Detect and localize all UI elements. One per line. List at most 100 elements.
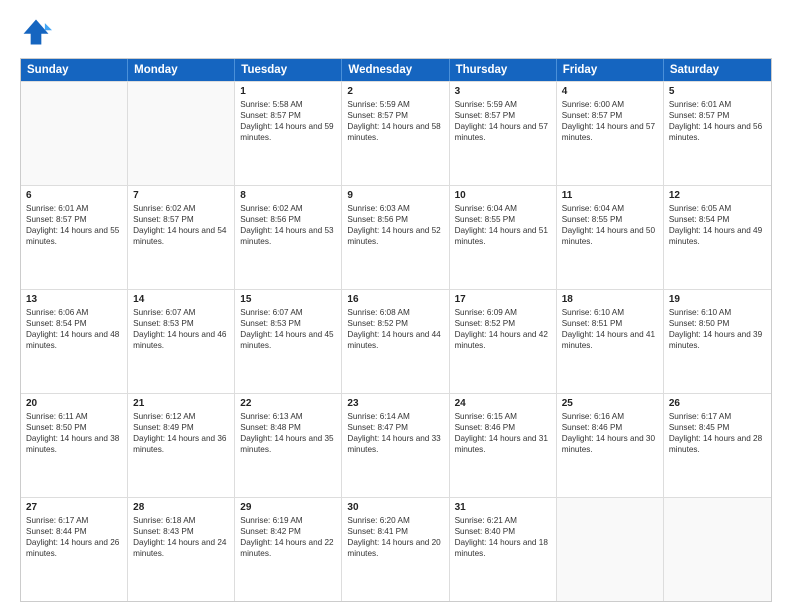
day-number: 28 bbox=[133, 502, 229, 513]
daylight-line: Daylight: 14 hours and 46 minutes. bbox=[133, 329, 229, 351]
daylight-line: Daylight: 14 hours and 42 minutes. bbox=[455, 329, 551, 351]
daylight-line: Daylight: 14 hours and 36 minutes. bbox=[133, 433, 229, 455]
sunrise-line: Sunrise: 6:12 AM bbox=[133, 411, 229, 422]
cal-header-sunday: Sunday bbox=[21, 59, 128, 81]
sunset-line: Sunset: 8:46 PM bbox=[562, 422, 658, 433]
cal-row-1: 6Sunrise: 6:01 AMSunset: 8:57 PMDaylight… bbox=[21, 185, 771, 289]
sunset-line: Sunset: 8:56 PM bbox=[240, 214, 336, 225]
day-number: 11 bbox=[562, 190, 658, 201]
day-number: 2 bbox=[347, 86, 443, 97]
sunrise-line: Sunrise: 6:19 AM bbox=[240, 515, 336, 526]
sunrise-line: Sunrise: 6:04 AM bbox=[562, 203, 658, 214]
day-number: 6 bbox=[26, 190, 122, 201]
cal-cell-day-29: 29Sunrise: 6:19 AMSunset: 8:42 PMDayligh… bbox=[235, 498, 342, 601]
cal-header-saturday: Saturday bbox=[664, 59, 771, 81]
day-number: 8 bbox=[240, 190, 336, 201]
cal-header-friday: Friday bbox=[557, 59, 664, 81]
day-number: 1 bbox=[240, 86, 336, 97]
daylight-line: Daylight: 14 hours and 54 minutes. bbox=[133, 225, 229, 247]
sunrise-line: Sunrise: 6:07 AM bbox=[133, 307, 229, 318]
sunset-line: Sunset: 8:44 PM bbox=[26, 526, 122, 537]
daylight-line: Daylight: 14 hours and 38 minutes. bbox=[26, 433, 122, 455]
day-number: 7 bbox=[133, 190, 229, 201]
cal-header-monday: Monday bbox=[128, 59, 235, 81]
cal-cell-day-3: 3Sunrise: 5:59 AMSunset: 8:57 PMDaylight… bbox=[450, 82, 557, 185]
cal-cell-day-17: 17Sunrise: 6:09 AMSunset: 8:52 PMDayligh… bbox=[450, 290, 557, 393]
calendar-header: SundayMondayTuesdayWednesdayThursdayFrid… bbox=[21, 59, 771, 81]
cal-cell-day-6: 6Sunrise: 6:01 AMSunset: 8:57 PMDaylight… bbox=[21, 186, 128, 289]
day-number: 26 bbox=[669, 398, 766, 409]
sunset-line: Sunset: 8:54 PM bbox=[669, 214, 766, 225]
sunset-line: Sunset: 8:52 PM bbox=[347, 318, 443, 329]
cal-cell-day-18: 18 Sunrise: 6:10 AMSunset: 8:51 PMDayligh… bbox=[557, 290, 664, 393]
day-number: 9 bbox=[347, 190, 443, 201]
daylight-line: Daylight: 14 hours and 49 minutes. bbox=[669, 225, 766, 247]
day-number: 18 bbox=[562, 294, 658, 305]
sunrise-line: Sunrise: 5:59 AM bbox=[347, 99, 443, 110]
sunset-line: Sunset: 8:43 PM bbox=[133, 526, 229, 537]
daylight-line: Daylight: 14 hours and 39 minutes. bbox=[669, 329, 766, 351]
sunrise-line: Sunrise: 6:01 AM bbox=[669, 99, 766, 110]
day-number: 15 bbox=[240, 294, 336, 305]
sunrise-line: Sunrise: 6:01 AM bbox=[26, 203, 122, 214]
sunrise-line: Sunrise: 6:02 AM bbox=[133, 203, 229, 214]
cal-cell-empty bbox=[557, 498, 664, 601]
cal-cell-day-21: 21Sunrise: 6:12 AMSunset: 8:49 PMDayligh… bbox=[128, 394, 235, 497]
cal-cell-day-1: 1Sunrise: 5:58 AMSunset: 8:57 PMDaylight… bbox=[235, 82, 342, 185]
sunset-line: Sunset: 8:41 PM bbox=[347, 526, 443, 537]
day-number: 24 bbox=[455, 398, 551, 409]
sunset-line: Sunset: 8:57 PM bbox=[455, 110, 551, 121]
cal-cell-day-19: 19Sunrise: 6:10 AMSunset: 8:50 PMDayligh… bbox=[664, 290, 771, 393]
cal-cell-day-31: 31Sunrise: 6:21 AMSunset: 8:40 PMDayligh… bbox=[450, 498, 557, 601]
cal-cell-day-27: 27Sunrise: 6:17 AMSunset: 8:44 PMDayligh… bbox=[21, 498, 128, 601]
cal-row-3: 20Sunrise: 6:11 AMSunset: 8:50 PMDayligh… bbox=[21, 393, 771, 497]
sunrise-line: Sunrise: 6:00 AM bbox=[562, 99, 658, 110]
cal-cell-day-24: 24Sunrise: 6:15 AMSunset: 8:46 PMDayligh… bbox=[450, 394, 557, 497]
sunrise-line: Sunrise: 6:20 AM bbox=[347, 515, 443, 526]
sunset-line: Sunset: 8:53 PM bbox=[133, 318, 229, 329]
sunrise-line: Sunrise: 6:15 AM bbox=[455, 411, 551, 422]
sunrise-line: Sunrise: 5:59 AM bbox=[455, 99, 551, 110]
calendar: SundayMondayTuesdayWednesdayThursdayFrid… bbox=[20, 58, 772, 602]
sunset-line: Sunset: 8:50 PM bbox=[669, 318, 766, 329]
calendar-body: 1Sunrise: 5:58 AMSunset: 8:57 PMDaylight… bbox=[21, 81, 771, 601]
sunrise-line: Sunrise: 6:21 AM bbox=[455, 515, 551, 526]
cal-cell-day-22: 22Sunrise: 6:13 AMSunset: 8:48 PMDayligh… bbox=[235, 394, 342, 497]
day-number: 12 bbox=[669, 190, 766, 201]
sunset-line: Sunset: 8:42 PM bbox=[240, 526, 336, 537]
cal-header-wednesday: Wednesday bbox=[342, 59, 449, 81]
daylight-line: Daylight: 14 hours and 28 minutes. bbox=[669, 433, 766, 455]
day-number: 29 bbox=[240, 502, 336, 513]
sunset-line: Sunset: 8:51 PM bbox=[562, 318, 658, 329]
sunset-line: Sunset: 8:55 PM bbox=[455, 214, 551, 225]
sunset-line: Sunset: 8:50 PM bbox=[26, 422, 122, 433]
sunset-line: Sunset: 8:49 PM bbox=[133, 422, 229, 433]
daylight-line: Daylight: 14 hours and 35 minutes. bbox=[240, 433, 336, 455]
sunset-line: Sunset: 8:57 PM bbox=[133, 214, 229, 225]
cal-header-thursday: Thursday bbox=[450, 59, 557, 81]
sunrise-line: Sunrise: 6:02 AM bbox=[240, 203, 336, 214]
sunrise-line: Sunrise: 6:16 AM bbox=[562, 411, 658, 422]
cal-row-4: 27Sunrise: 6:17 AMSunset: 8:44 PMDayligh… bbox=[21, 497, 771, 601]
day-number: 22 bbox=[240, 398, 336, 409]
daylight-line: Daylight: 14 hours and 55 minutes. bbox=[26, 225, 122, 247]
cal-header-tuesday: Tuesday bbox=[235, 59, 342, 81]
sunset-line: Sunset: 8:52 PM bbox=[455, 318, 551, 329]
sunrise-line: Sunrise: 6:06 AM bbox=[26, 307, 122, 318]
day-number: 23 bbox=[347, 398, 443, 409]
sunrise-line: Sunrise: 6:03 AM bbox=[347, 203, 443, 214]
daylight-line: Daylight: 14 hours and 31 minutes. bbox=[455, 433, 551, 455]
cal-cell-day-4: 4Sunrise: 6:00 AMSunset: 8:57 PMDaylight… bbox=[557, 82, 664, 185]
sunset-line: Sunset: 8:47 PM bbox=[347, 422, 443, 433]
daylight-line: Daylight: 14 hours and 33 minutes. bbox=[347, 433, 443, 455]
daylight-line: Daylight: 14 hours and 48 minutes. bbox=[26, 329, 122, 351]
day-number: 20 bbox=[26, 398, 122, 409]
day-number: 5 bbox=[669, 86, 766, 97]
cal-cell-day-9: 9Sunrise: 6:03 AMSunset: 8:56 PMDaylight… bbox=[342, 186, 449, 289]
daylight-line: Daylight: 14 hours and 58 minutes. bbox=[347, 121, 443, 143]
sunrise-line: Sunrise: 6:10 AM bbox=[562, 307, 658, 318]
sunrise-line: Sunrise: 6:17 AM bbox=[26, 515, 122, 526]
daylight-line: Daylight: 14 hours and 41 minutes. bbox=[562, 329, 658, 351]
sunset-line: Sunset: 8:53 PM bbox=[240, 318, 336, 329]
cal-cell-day-12: 12Sunrise: 6:05 AMSunset: 8:54 PMDayligh… bbox=[664, 186, 771, 289]
